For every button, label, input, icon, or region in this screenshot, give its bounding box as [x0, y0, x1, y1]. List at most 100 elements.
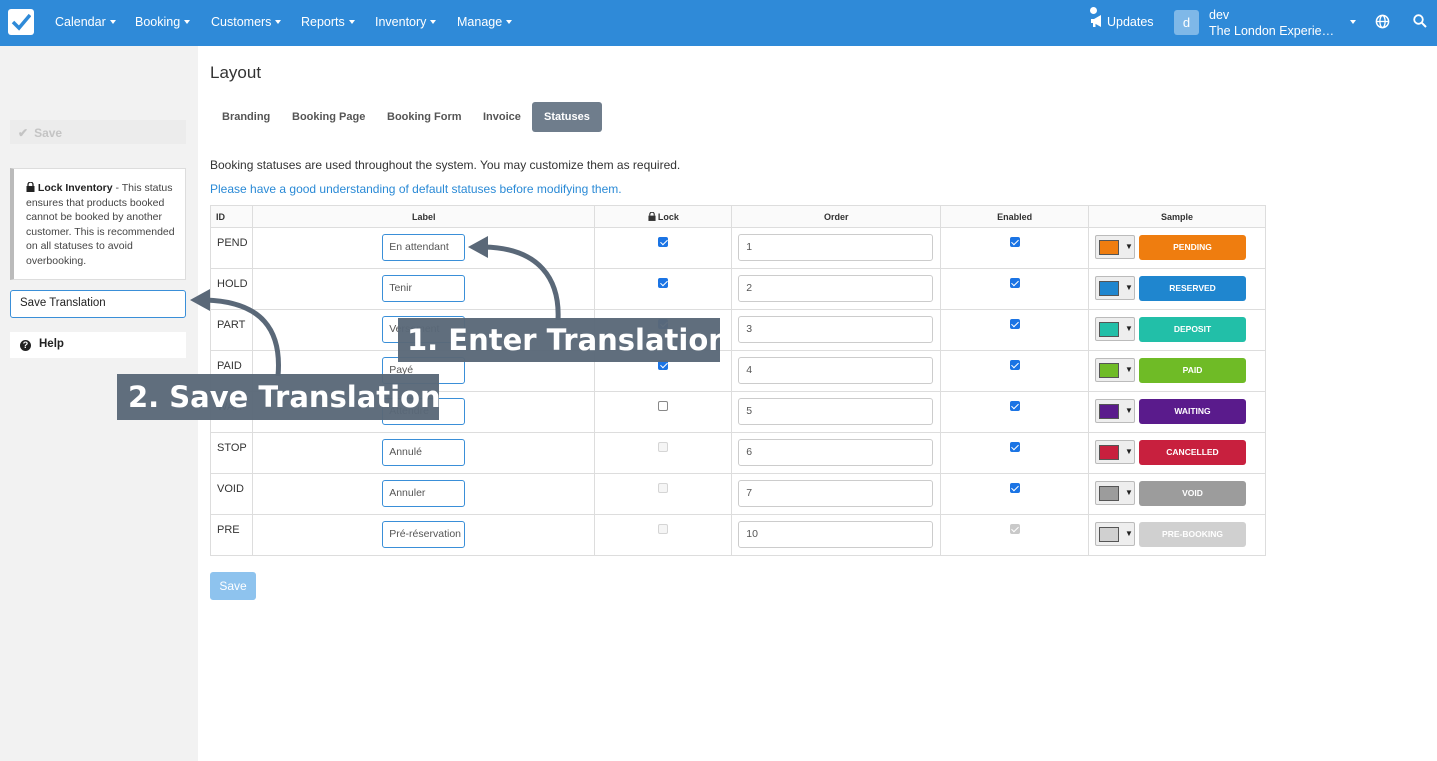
enabled-checkbox[interactable] — [1009, 360, 1020, 370]
lock-cell — [594, 473, 733, 515]
table-row: PRE Pré-réservation 10 ▼ PRE-BOOKING — [210, 514, 1266, 556]
updates-link[interactable]: Updates — [1090, 15, 1154, 29]
status-label-input[interactable]: Tenir — [382, 275, 466, 302]
nav-inventory[interactable]: Inventory — [375, 15, 437, 29]
lock-checkbox[interactable] — [658, 401, 669, 411]
default-statuses-link[interactable]: Please have a good understanding of defa… — [210, 182, 622, 196]
lock-checkbox[interactable] — [658, 237, 669, 247]
user-name[interactable]: dev — [1209, 8, 1229, 22]
lock-cell — [594, 514, 733, 556]
order-input[interactable]: 7 — [738, 480, 934, 507]
enabled-checkbox[interactable] — [1009, 237, 1020, 247]
color-swatch — [1099, 404, 1119, 419]
color-swatch — [1099, 240, 1119, 255]
status-badge: VOID — [1139, 481, 1246, 506]
column-header-id: ID — [210, 205, 253, 228]
column-header-order: Order — [731, 205, 942, 228]
tab-statuses[interactable]: Statuses — [532, 102, 602, 132]
color-picker[interactable]: ▼ — [1095, 481, 1135, 505]
nav-booking-label: Booking — [135, 15, 181, 29]
user-menu-caret-icon[interactable] — [1350, 20, 1356, 24]
lock-icon — [26, 181, 35, 192]
lock-info-text: - This status ensures that products book… — [26, 182, 175, 267]
order-cell: 4 — [731, 350, 942, 392]
color-picker[interactable]: ▼ — [1095, 317, 1135, 341]
order-cell: 2 — [731, 268, 942, 310]
caret-down-icon — [430, 20, 437, 24]
enabled-cell — [940, 268, 1089, 310]
status-label-input[interactable]: Annuler — [382, 480, 466, 507]
order-cell: 10 — [731, 514, 942, 556]
color-swatch — [1099, 527, 1119, 542]
avatar[interactable]: d — [1174, 10, 1199, 35]
app-logo-checkmark-icon[interactable] — [8, 9, 34, 35]
lock-cell — [594, 227, 733, 269]
status-label-input[interactable]: En attendant — [382, 234, 466, 261]
sample-cell: ▼ RESERVED — [1088, 268, 1266, 310]
order-input[interactable]: 1 — [738, 234, 934, 261]
table-row: HOLD Tenir 2 ▼ RESERVED — [210, 268, 1266, 310]
tab-invoice[interactable]: Invoice — [471, 102, 533, 132]
color-picker[interactable]: ▼ — [1095, 522, 1135, 546]
nav-manage[interactable]: Manage — [457, 15, 513, 29]
order-input[interactable]: 2 — [738, 275, 934, 302]
sample-cell: ▼ PRE-BOOKING — [1088, 514, 1266, 556]
nav-calendar[interactable]: Calendar — [55, 15, 116, 29]
enabled-checkbox[interactable] — [1009, 401, 1020, 411]
dropdown-arrow-icon: ▼ — [1125, 488, 1133, 497]
order-input[interactable]: 5 — [738, 398, 934, 425]
sample-cell: ▼ PAID — [1088, 350, 1266, 392]
enabled-checkbox[interactable] — [1009, 483, 1020, 493]
color-picker[interactable]: ▼ — [1095, 399, 1135, 423]
nav-reports[interactable]: Reports — [301, 15, 355, 29]
enabled-checkbox[interactable] — [1009, 278, 1020, 288]
sidebar-save-button[interactable]: ✔ Save — [10, 120, 186, 144]
color-picker[interactable]: ▼ — [1095, 358, 1135, 382]
tab-booking-form[interactable]: Booking Form — [375, 102, 474, 132]
dropdown-arrow-icon: ▼ — [1125, 406, 1133, 415]
user-org[interactable]: The London Experience Co — [1209, 24, 1339, 38]
save-button[interactable]: Save — [210, 572, 256, 600]
status-label-input[interactable]: Annulé — [382, 439, 466, 466]
column-header-lock-label: Lock — [657, 211, 679, 222]
save-translation-button[interactable]: Save Translation — [10, 290, 186, 318]
label-cell: Pré-réservation — [251, 514, 596, 556]
search-icon[interactable] — [1413, 14, 1427, 28]
enabled-cell — [940, 514, 1089, 556]
tab-branding[interactable]: Branding — [210, 102, 282, 132]
dropdown-arrow-icon: ▼ — [1125, 529, 1133, 538]
status-label-input[interactable]: Pré-réservation — [382, 521, 466, 548]
table-header-row: ID Label Lock Order Enabled Sample — [210, 205, 1266, 228]
lock-checkbox[interactable] — [658, 278, 669, 288]
color-swatch — [1099, 281, 1119, 296]
lock-icon — [648, 211, 656, 221]
status-id: PART — [210, 309, 253, 351]
column-header-label: Label — [251, 205, 596, 228]
order-input[interactable]: 10 — [738, 521, 934, 548]
color-picker[interactable]: ▼ — [1095, 235, 1135, 259]
status-id: PEND — [210, 227, 253, 269]
intro-text: Booking statuses are used throughout the… — [210, 158, 681, 172]
annotation-step-1: 1. Enter Translation — [398, 318, 729, 362]
table-row: PEND En attendant 1 ▼ PENDING — [210, 227, 1266, 269]
tab-booking-page[interactable]: Booking Page — [280, 102, 377, 132]
nav-customers[interactable]: Customers — [211, 15, 282, 29]
sample-cell: ▼ DEPOSIT — [1088, 309, 1266, 351]
globe-icon[interactable] — [1375, 14, 1390, 29]
updates-label: Updates — [1107, 15, 1154, 29]
order-input[interactable]: 4 — [738, 357, 934, 384]
enabled-checkbox[interactable] — [1009, 442, 1020, 452]
label-cell: Tenir — [251, 268, 596, 310]
status-badge: RESERVED — [1139, 276, 1246, 301]
color-picker[interactable]: ▼ — [1095, 276, 1135, 300]
dropdown-arrow-icon: ▼ — [1125, 365, 1133, 374]
top-navbar: Calendar Booking Customers Reports Inven… — [0, 0, 1437, 46]
help-button[interactable]: ? Help — [10, 332, 186, 358]
nav-booking[interactable]: Booking — [135, 15, 191, 29]
enabled-cell — [940, 227, 1089, 269]
color-picker[interactable]: ▼ — [1095, 440, 1135, 464]
status-id: VOID — [210, 473, 253, 515]
enabled-checkbox[interactable] — [1009, 319, 1020, 329]
order-input[interactable]: 6 — [738, 439, 934, 466]
order-input[interactable]: 3 — [738, 316, 934, 343]
